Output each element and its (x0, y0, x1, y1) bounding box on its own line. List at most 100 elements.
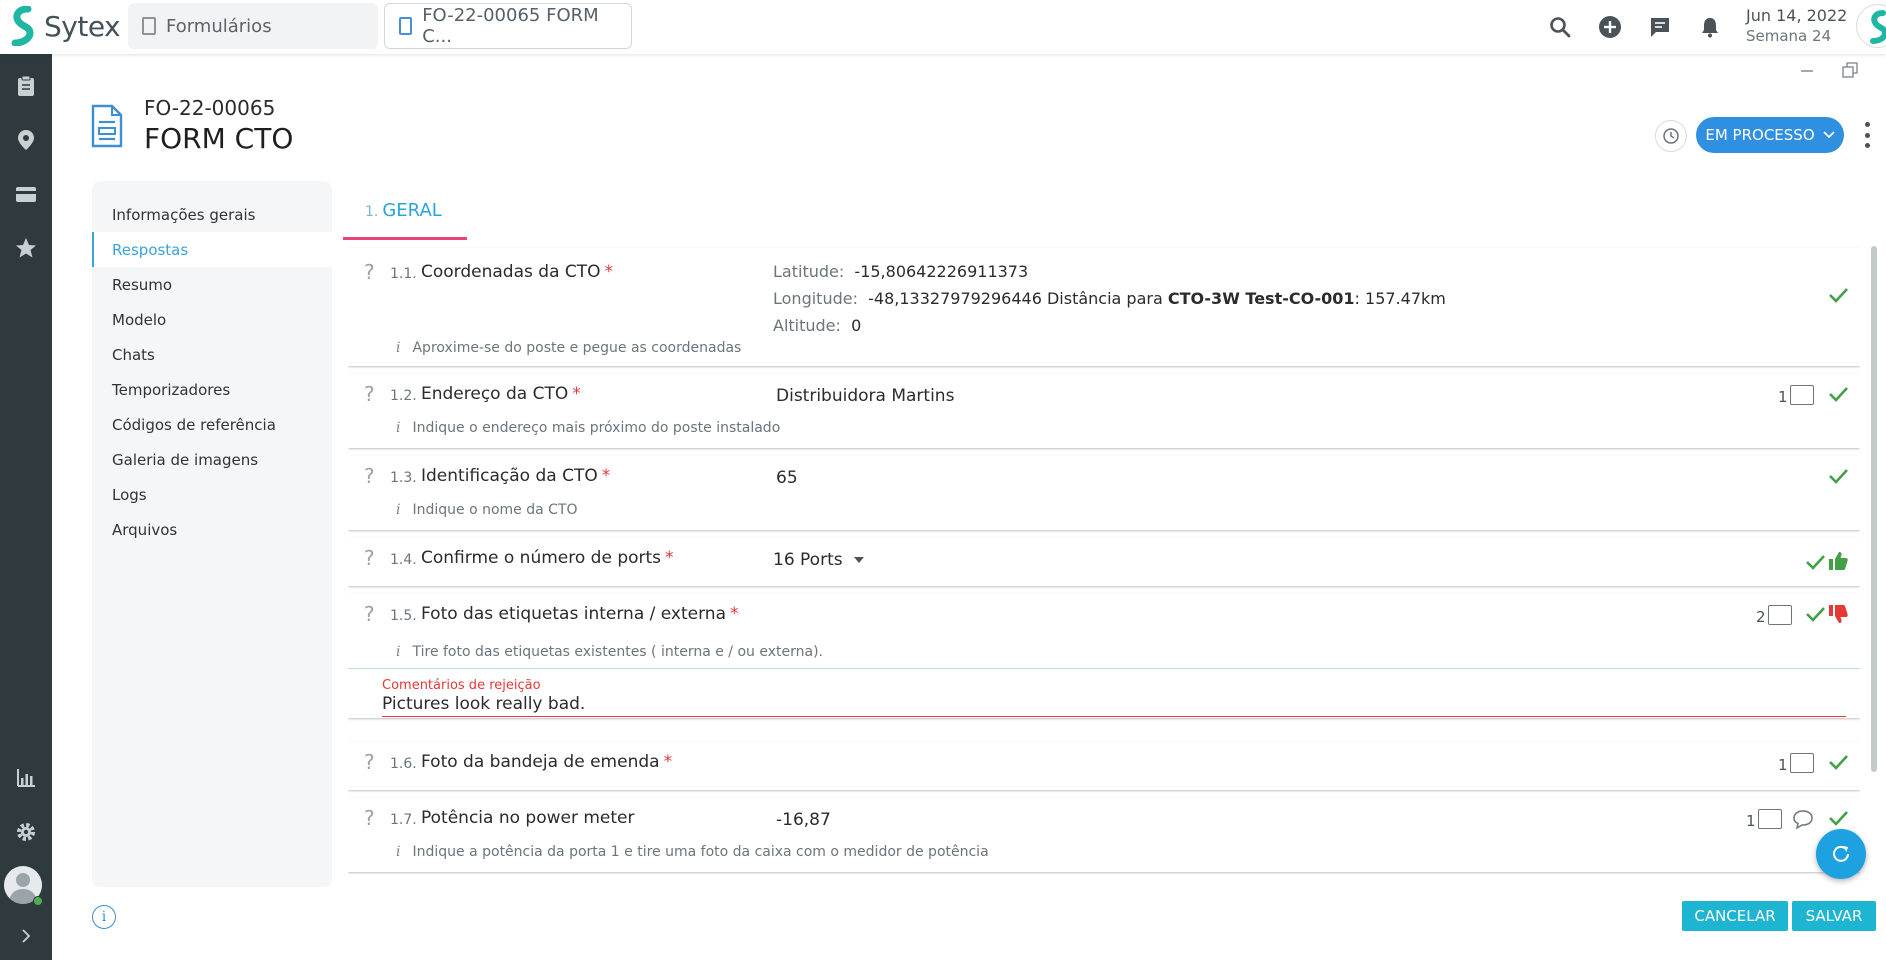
tab-formularios[interactable]: Formulários (128, 3, 378, 49)
analytics-chart-icon[interactable] (12, 764, 40, 792)
user-org-avatar[interactable] (1856, 4, 1886, 48)
menu-item-temporizadores[interactable]: Temporizadores (92, 372, 332, 407)
distance-prefix: Distância para (1046, 289, 1163, 308)
clipboard-icon[interactable] (12, 72, 40, 100)
question-label: Foto da bandeja de emenda * (421, 752, 673, 772)
chat-icon[interactable] (1645, 12, 1675, 42)
rejection-comments-label: Comentários de rejeição (382, 678, 541, 693)
menu-item-resumo[interactable]: Resumo (92, 267, 332, 302)
refresh-button[interactable] (1816, 829, 1866, 879)
top-bar: Sytex Formulários FO-22-00065 FORM C... … (0, 0, 1886, 54)
restore-window-icon[interactable] (1842, 62, 1858, 82)
app-logo[interactable]: Sytex (10, 6, 121, 46)
menu-item-respostas[interactable]: Respostas (92, 232, 332, 267)
search-icon[interactable] (1545, 12, 1575, 42)
form-document-icon (91, 104, 123, 148)
location-pin-icon[interactable] (12, 126, 40, 154)
approve-check-icon[interactable] (1827, 465, 1849, 487)
comment-bubble-icon[interactable] (1792, 808, 1814, 830)
question-card-etiquetas: ? 1.5. Foto das etiquetas interna / exte… (348, 594, 1860, 718)
question-label: Endereço da CTO * (421, 384, 581, 404)
question-card-identificacao: ? 1.3. Identificação da CTO * 65 i Indique… (348, 456, 1860, 530)
ports-select[interactable]: 16 Ports (773, 550, 865, 570)
image-gallery-icon[interactable] (1790, 385, 1814, 405)
questions-scrollbar[interactable] (1871, 246, 1877, 772)
approve-check-icon[interactable] (1827, 383, 1849, 405)
question-hint: i Indique o nome da CTO (396, 502, 578, 518)
cancel-button[interactable]: CANCELAR (1682, 901, 1788, 931)
menu-item-arquivos[interactable]: Arquivos (92, 512, 332, 547)
help-icon[interactable]: ? (364, 260, 375, 284)
notifications-bell-icon[interactable] (1695, 12, 1725, 42)
question-label: Potência no power meter (421, 808, 635, 828)
current-week: Semana 24 (1746, 27, 1832, 45)
current-date: Jun 14, 2022 (1746, 6, 1848, 25)
rejection-comments-input[interactable]: Pictures look really bad. (382, 694, 585, 714)
approve-check-icon[interactable] (1804, 551, 1826, 573)
approve-check-icon[interactable] (1827, 751, 1849, 773)
menu-item-informacoes-gerais[interactable]: Informações gerais (92, 197, 332, 232)
refresh-icon (1833, 845, 1849, 862)
info-icon: i (396, 420, 401, 436)
image-gallery-icon[interactable] (1758, 809, 1782, 829)
help-icon[interactable]: ? (364, 382, 375, 406)
altitude-label: Altitude: (773, 316, 841, 335)
menu-item-galeria-de-imagens[interactable]: Galeria de imagens (92, 442, 332, 477)
help-icon[interactable]: ? (364, 806, 375, 830)
more-options-icon[interactable] (1865, 122, 1871, 148)
menu-item-logs[interactable]: Logs (92, 477, 332, 512)
image-gallery-icon[interactable] (1790, 753, 1814, 773)
longitude-label: Longitude: (773, 289, 858, 308)
address-answer: Distribuidora Martins (776, 386, 955, 406)
question-hint: i Tire foto das etiquetas existentes ( in… (396, 644, 823, 660)
divider (348, 668, 1860, 669)
longitude-value: -48,13327979296446 (868, 289, 1042, 308)
questions-list: ? 1.1. Coordenadas da CTO * Latitude: -15… (348, 246, 1860, 886)
sytex-logo-icon (11, 6, 34, 46)
info-icon: i (396, 644, 401, 660)
tab-number: 1. (365, 204, 379, 220)
status-dropdown-button[interactable]: EM PROCESSO (1696, 117, 1844, 153)
question-card-potencia: ? 1.7. Potência no power meter -16,87 1 … (348, 798, 1860, 872)
menu-item-chats[interactable]: Chats (92, 337, 332, 372)
distance-value: : 157.47km (1354, 289, 1446, 308)
add-icon[interactable] (1595, 12, 1625, 42)
expand-chevron-icon[interactable] (12, 922, 40, 950)
approve-check-icon[interactable] (1827, 807, 1849, 829)
question-number: 1.5. (390, 608, 417, 624)
distance-target: CTO-3W Test-CO-001 (1167, 289, 1355, 308)
info-icon[interactable]: i (92, 905, 116, 929)
app-name: Sytex (44, 9, 121, 43)
form-code: FO-22-00065 (144, 96, 276, 120)
minimize-icon[interactable] (1800, 62, 1814, 81)
tab-label: FO-22-00065 FORM C... (422, 5, 599, 47)
help-icon[interactable]: ? (364, 546, 375, 570)
question-label: Foto das etiquetas interna / externa * (421, 604, 739, 624)
tab-geral[interactable]: 1. GERAL (343, 196, 467, 240)
settings-gear-icon[interactable] (12, 818, 40, 846)
status-label: EM PROCESSO (1705, 126, 1815, 144)
question-hint: i Indique o endereço mais próximo do post… (396, 420, 781, 436)
image-gallery-icon[interactable] (1768, 605, 1792, 625)
thumbs-down-icon[interactable] (1827, 603, 1849, 625)
star-icon[interactable] (12, 234, 40, 262)
identification-answer: 65 (776, 468, 798, 488)
image-count: 1 (1778, 756, 1788, 774)
approve-check-icon[interactable] (1804, 603, 1826, 625)
question-card-coordenadas: ? 1.1. Coordenadas da CTO * Latitude: -15… (348, 248, 1860, 366)
image-count: 1 (1778, 388, 1788, 406)
history-clock-icon[interactable] (1655, 120, 1687, 152)
approve-check-icon[interactable] (1827, 284, 1849, 306)
save-button[interactable]: SALVAR (1792, 901, 1876, 931)
menu-item-modelo[interactable]: Modelo (92, 302, 332, 337)
rejection-input-underline (382, 716, 1846, 717)
thumbs-up-icon[interactable] (1827, 550, 1849, 572)
help-icon[interactable]: ? (364, 750, 375, 774)
wallet-icon[interactable] (12, 180, 40, 208)
help-icon[interactable]: ? (364, 602, 375, 626)
question-number: 1.2. (390, 388, 417, 404)
menu-item-codigos-de-referencia[interactable]: Códigos de referência (92, 407, 332, 442)
document-icon (399, 17, 413, 35)
help-icon[interactable]: ? (364, 464, 375, 488)
tab-form-cto[interactable]: FO-22-00065 FORM C... (384, 3, 632, 49)
